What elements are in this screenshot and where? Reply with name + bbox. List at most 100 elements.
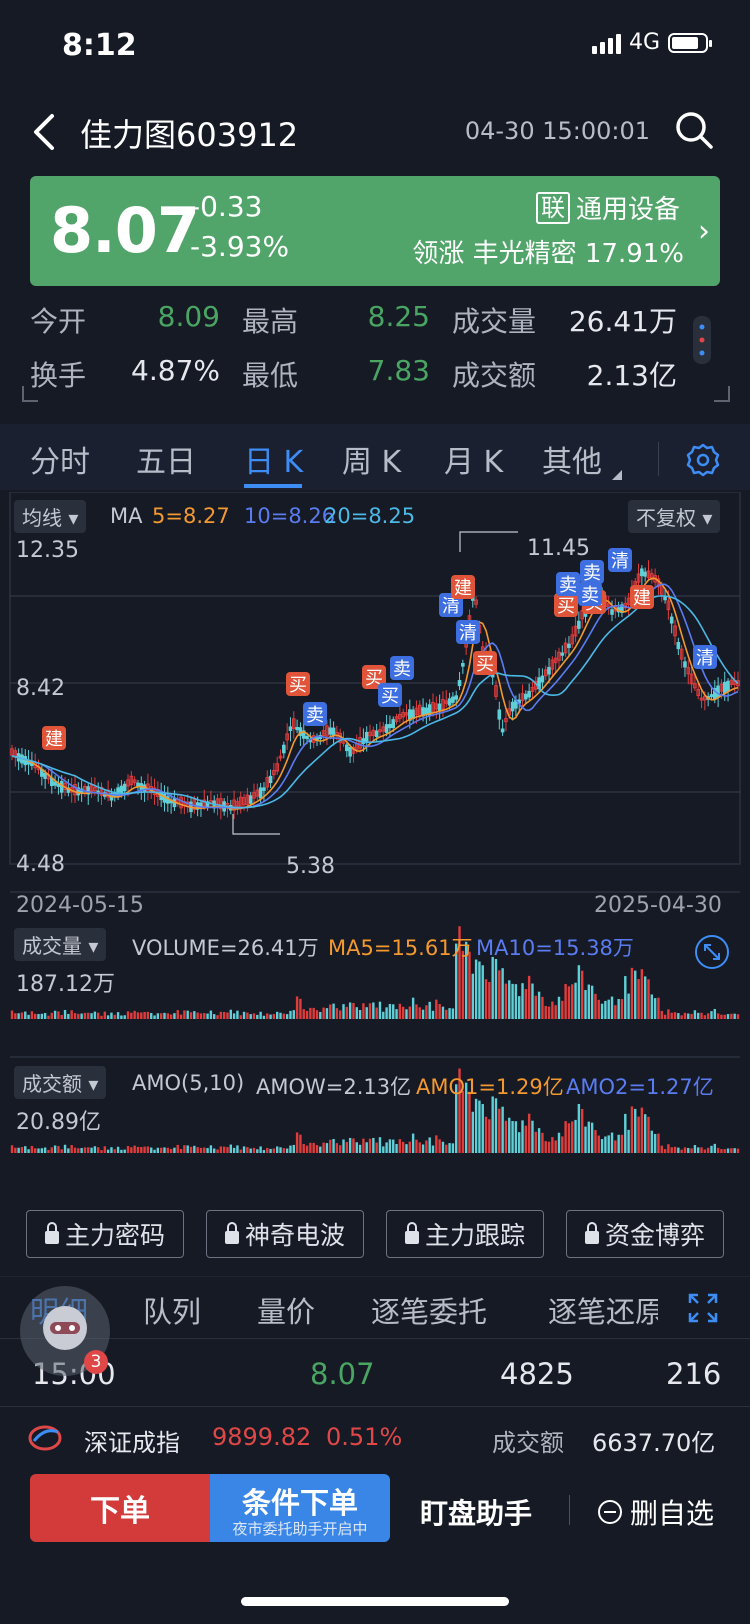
tab-volume-price[interactable]: 量价 [257, 1289, 315, 1331]
amount-label: 成交额 [452, 359, 537, 392]
signal-sell-label: 卖 [583, 563, 601, 584]
tab-five-day[interactable]: 五日 [136, 437, 196, 481]
amount-indicator-dropdown[interactable]: 成交额 ▾ [14, 1066, 107, 1099]
amount-bar [620, 1134, 624, 1153]
adjust-dropdown[interactable]: 不复权 ▾ [628, 500, 721, 533]
volume-bar [77, 1013, 80, 1019]
amount-bar [203, 1147, 206, 1153]
amount-bar [179, 1149, 183, 1153]
volume-bar [534, 995, 537, 1019]
volume-bar [491, 956, 494, 1019]
back-icon[interactable] [26, 112, 66, 152]
amount-bar [667, 1144, 670, 1153]
volume-value: 26.41万 [568, 305, 677, 338]
tab-tick-restore[interactable]: 逐笔还原 [548, 1289, 658, 1331]
tab-weekly-k[interactable]: 周 K [342, 437, 401, 481]
amount-bar [498, 1108, 501, 1153]
candle-body [437, 703, 442, 712]
amount-bar [700, 1147, 703, 1153]
amount-bar [594, 1130, 597, 1153]
amount-bar [527, 1113, 531, 1153]
tab-intraday[interactable]: 分时 [30, 437, 90, 481]
volume-bar [411, 997, 415, 1019]
order-button[interactable]: 下单 [30, 1474, 210, 1542]
chevron-right-icon: › [698, 214, 710, 249]
trough-price: 5.38 [286, 854, 335, 879]
tab-monthly-k[interactable]: 月 K [444, 437, 503, 481]
amount-bar [24, 1146, 27, 1153]
volume-bar [262, 1015, 266, 1019]
volume-bar [60, 1014, 63, 1019]
volume-bar [382, 1011, 385, 1019]
volume-bar [564, 983, 567, 1019]
volume-bar [663, 1014, 667, 1019]
volume-bar [647, 979, 650, 1019]
amount-bar [266, 1147, 269, 1153]
assistant-avatar[interactable]: 3 [20, 1286, 110, 1376]
tab-other[interactable]: 其他 [542, 437, 602, 481]
candle-body [640, 568, 644, 577]
search-icon[interactable] [674, 110, 714, 150]
amount-bar [554, 1140, 557, 1153]
amount-bar [670, 1147, 673, 1153]
expand-chart-icon[interactable] [694, 934, 730, 970]
tab-order-by-order[interactable]: 逐笔委托 [371, 1289, 487, 1331]
more-stats-button[interactable] [693, 316, 711, 364]
tool-label: 主力跟踪 [424, 1221, 525, 1250]
lock-icon [44, 1221, 59, 1244]
volume-bar [531, 983, 534, 1019]
amount-bar [269, 1148, 272, 1153]
volume-bar [580, 970, 584, 1019]
amount-bar [30, 1145, 34, 1153]
volume-bar [30, 1011, 34, 1019]
volume-bar [484, 979, 488, 1019]
volume-bar [226, 1012, 229, 1019]
fullscreen-icon[interactable] [688, 1293, 718, 1323]
amount-bar [130, 1147, 133, 1153]
tab-daily-k[interactable]: 日 K [244, 437, 303, 481]
amount-bar [325, 1143, 329, 1153]
monitor-assistant-button[interactable]: 盯盘助手 [420, 1492, 532, 1532]
index-name[interactable]: 深证成指 [84, 1423, 180, 1458]
sector-link[interactable]: 联 通用设备 [536, 189, 680, 226]
tool-main-force-code[interactable]: 主力密码 [26, 1210, 184, 1258]
y-axis-bottom: 4.48 [16, 852, 65, 877]
candle-body [567, 643, 571, 648]
amount-bar [514, 1121, 518, 1153]
amount-bar [302, 1144, 305, 1153]
volume-indicator-dropdown[interactable]: 成交量 ▾ [14, 928, 107, 961]
amount-bar [574, 1119, 577, 1153]
volume-bar [319, 1011, 322, 1019]
conditional-order-button[interactable]: 条件下单 夜市委托助手开启中 [210, 1474, 390, 1542]
price-banner[interactable]: 8.07 -0.33 -3.93% 联 通用设备 领涨 丰光精密 17.91% … [30, 176, 720, 286]
volume-bar [398, 1003, 402, 1019]
amount-bar [418, 1142, 421, 1153]
lock-icon [404, 1221, 419, 1244]
volume-bar [34, 1013, 37, 1019]
volume-bar [736, 1014, 740, 1019]
tool-capital-game[interactable]: 资金博弈 [566, 1210, 724, 1258]
volume-bar [567, 986, 571, 1019]
signal-buy-label: 买 [381, 686, 399, 707]
volume-bar [643, 976, 647, 1019]
volume-bar [408, 1006, 412, 1019]
amount-bar [733, 1148, 736, 1153]
volume-bar [146, 1011, 150, 1019]
tool-main-force-tracking[interactable]: 主力跟踪 [386, 1210, 544, 1258]
tab-queue[interactable]: 队列 [143, 1289, 201, 1331]
remove-watchlist-button[interactable]: 删自选 [598, 1492, 714, 1532]
volume-bar [541, 996, 544, 1019]
volume-bar [73, 1013, 77, 1019]
amount-bar [481, 1104, 484, 1153]
signal-clear-label: 清 [442, 596, 460, 617]
gear-icon[interactable] [686, 443, 720, 477]
tool-magic-wave[interactable]: 神奇电波 [206, 1210, 364, 1258]
amount-bar [508, 1117, 511, 1153]
candle-body [461, 663, 465, 667]
amount-bar [660, 1145, 663, 1153]
candle-body [364, 731, 369, 743]
candle-body [295, 726, 299, 731]
amount-bar [159, 1147, 163, 1153]
amount-bar [50, 1147, 53, 1153]
ma-indicator-dropdown[interactable]: 均线 ▾ [14, 500, 87, 533]
